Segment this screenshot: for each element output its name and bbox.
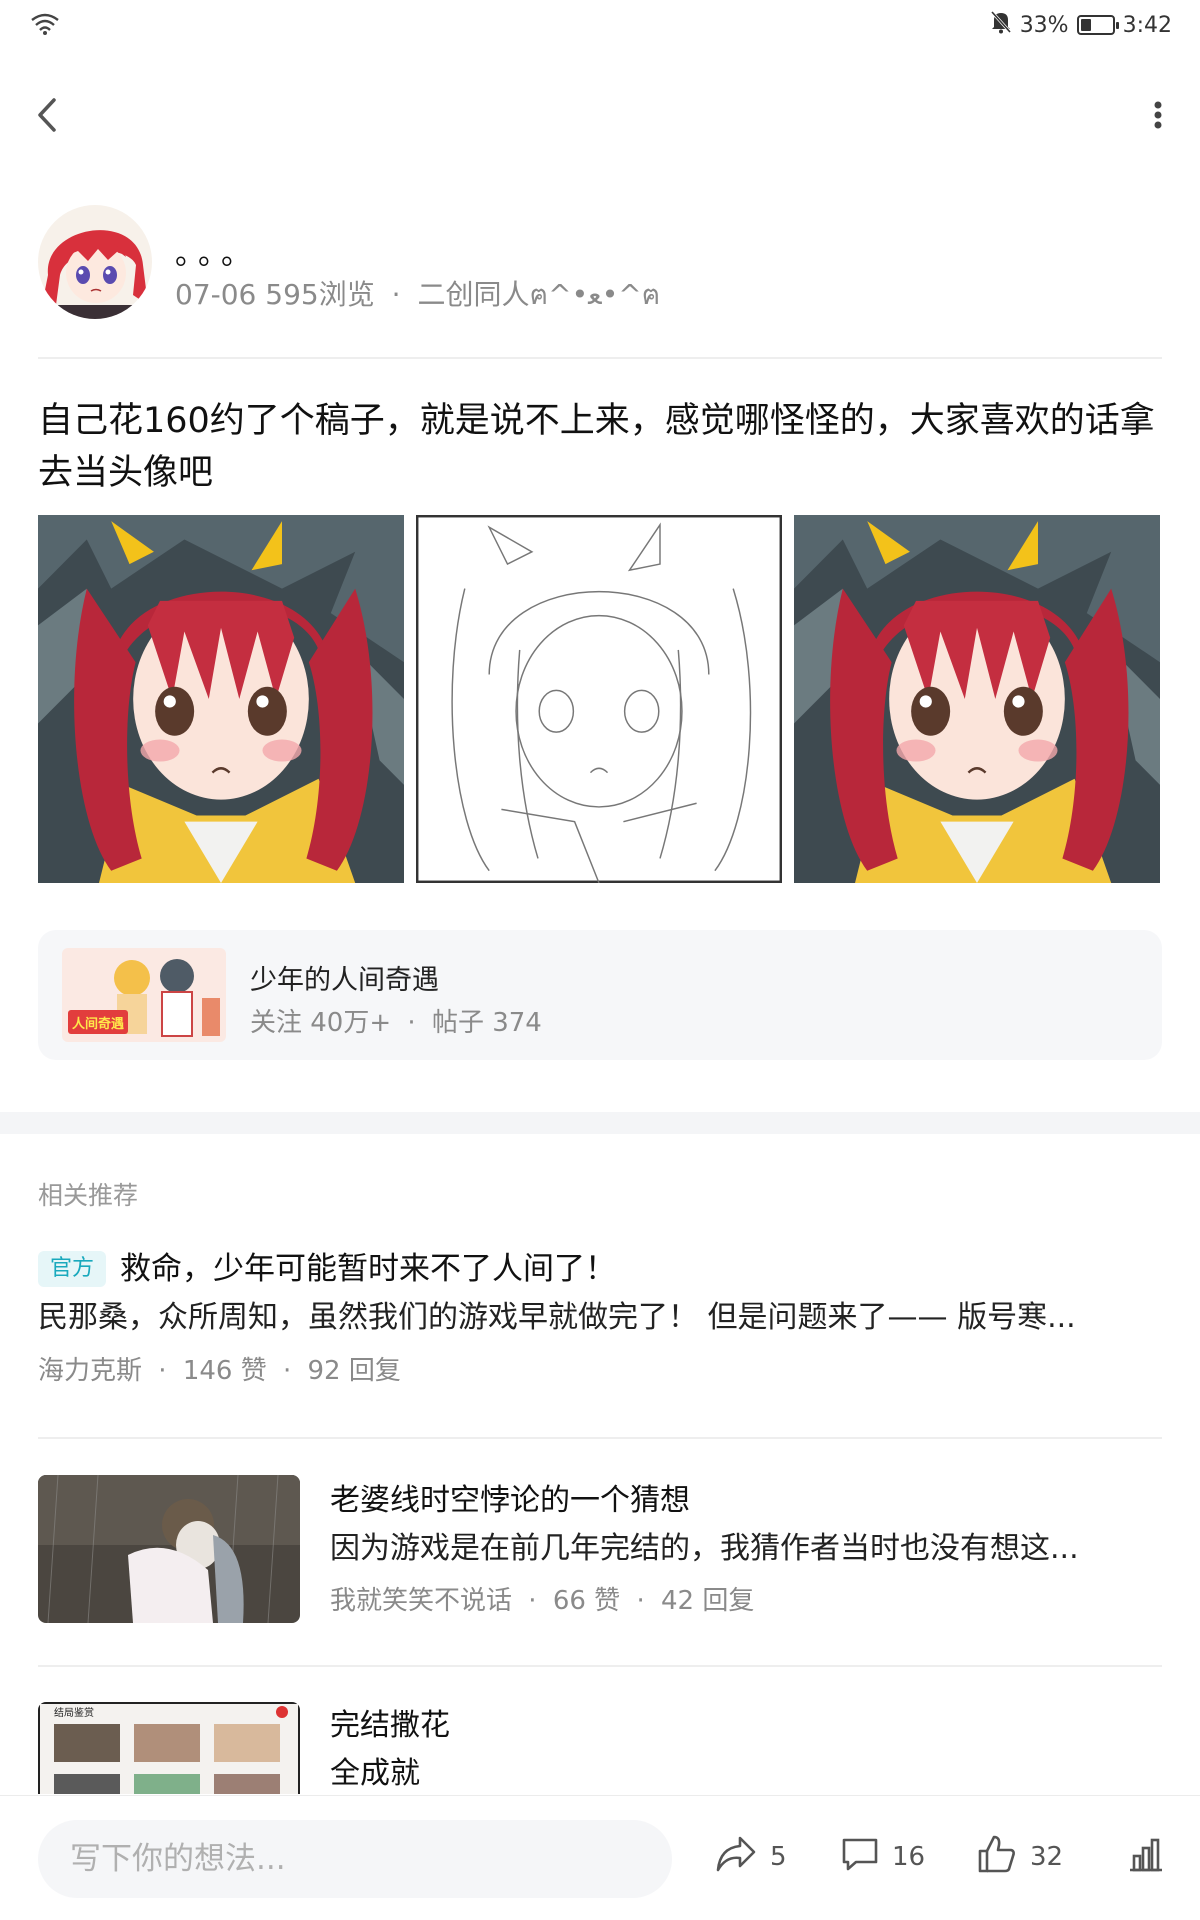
related-item[interactable]: 官方 救命，少年可能暂时来不了人间了！ 民那桑，众所周知，虽然我们的游戏早就做完… xyxy=(38,1245,1162,1399)
share-count: 5 xyxy=(770,1842,787,1872)
related-item-title: 完结撒花 xyxy=(330,1708,450,1743)
related-item-excerpt: 因为游戏是在前几年完结的，我猜作者当时也没有想这... xyxy=(330,1531,1079,1566)
topic-title: 少年的人间奇遇 xyxy=(250,965,439,996)
related-item-replies: 42 回复 xyxy=(660,1586,755,1616)
clock: 3:42 xyxy=(1122,12,1172,38)
battery-icon xyxy=(1076,15,1119,35)
related-item-thumbnail: 结局鉴赏 xyxy=(38,1702,300,1794)
related-item-replies: 92 回复 xyxy=(307,1356,401,1386)
author-header: 。。。 07-06 595浏览 · 二创同人ฅ^•ﻌ•^ฅ xyxy=(38,205,1162,325)
back-arrow-icon[interactable] xyxy=(30,90,70,140)
related-item-title: 老婆线时空悖论的一个猜想 xyxy=(330,1483,690,1518)
related-item-excerpt: 民那桑，众所周知，虽然我们的游戏早就做完了！ 但是问题来了—— 版号寒... xyxy=(38,1300,1076,1335)
separator: · xyxy=(636,1586,645,1616)
topic-stats: 关注 40万+ · 帖子 374 xyxy=(250,1002,542,1039)
stats-button[interactable] xyxy=(1126,1832,1166,1882)
related-item-title: 救命，少年可能暂时来不了人间了！ xyxy=(120,1251,617,1287)
like-button[interactable]: 32 xyxy=(976,1832,1063,1882)
related-item-meta: 海力克斯 · 146 赞 · 92 回复 xyxy=(38,1343,1162,1399)
related-item-author: 海力克斯 xyxy=(38,1356,143,1386)
post-image[interactable] xyxy=(794,515,1160,883)
thumb-label: 结局鉴赏 xyxy=(54,1706,94,1719)
related-item-likes: 66 赞 xyxy=(552,1586,621,1616)
divider xyxy=(38,1437,1162,1439)
separator: · xyxy=(391,278,401,311)
avatar[interactable] xyxy=(38,205,152,319)
comment-count: 16 xyxy=(892,1842,926,1872)
related-section-title: 相关推荐 xyxy=(38,1181,139,1210)
related-item[interactable]: 结局鉴赏 完结撒花 全成就 xyxy=(38,1702,1162,1794)
bottom-action-bar: 5 16 32 xyxy=(0,1795,1200,1920)
related-item-author: 我就笑笑不说话 xyxy=(330,1586,513,1616)
topic-posts: 帖子 374 xyxy=(431,1008,542,1038)
post-image[interactable] xyxy=(38,515,404,883)
post-images xyxy=(38,515,1162,883)
section-gap xyxy=(0,1112,1200,1134)
divider xyxy=(38,1665,1162,1667)
topic-thumb-text: 人间奇遇 xyxy=(72,1016,124,1032)
more-vertical-icon[interactable] xyxy=(1130,90,1170,140)
related-item-meta: 我就笑笑不说话 · 66 赞 · 42 回复 xyxy=(330,1573,1162,1629)
battery-level xyxy=(1080,19,1091,31)
separator: · xyxy=(282,1356,292,1386)
related-item[interactable]: 老婆线时空悖论的一个猜想 因为游戏是在前几年完结的，我猜作者当时也没有想这...… xyxy=(38,1475,1162,1627)
separator: · xyxy=(158,1356,167,1386)
comment-button[interactable]: 16 xyxy=(840,1832,925,1882)
thumbs-up-icon xyxy=(976,1833,1018,1882)
top-nav xyxy=(0,75,1200,155)
separator: · xyxy=(407,1008,416,1038)
topic-thumbnail: 人间奇遇 xyxy=(62,948,226,1042)
share-button[interactable]: 5 xyxy=(714,1832,787,1882)
related-item-excerpt: 全成就 xyxy=(330,1756,420,1791)
like-count: 32 xyxy=(1030,1842,1064,1872)
author-name[interactable]: 。。。 xyxy=(175,229,259,273)
post-meta: 07-06 595浏览 · 二创同人ฅ^•ﻌ•^ฅ xyxy=(175,273,660,317)
official-tag: 官方 xyxy=(38,1251,107,1287)
battery-percent: 33% xyxy=(1019,12,1069,38)
post-date: 07-06 xyxy=(175,278,257,311)
separator: · xyxy=(528,1586,537,1616)
share-icon xyxy=(714,1834,758,1881)
post-category[interactable]: 二创同人ฅ^•ﻌ•^ฅ xyxy=(417,278,660,311)
comment-input[interactable] xyxy=(38,1820,672,1898)
topic-followers: 关注 40万+ xyxy=(250,1008,392,1038)
topic-card[interactable]: 人间奇遇 少年的人间奇遇 关注 40万+ · 帖子 374 xyxy=(38,930,1162,1060)
post-image[interactable] xyxy=(416,515,782,883)
view-count: 595浏览 xyxy=(265,278,375,311)
bar-chart-icon xyxy=(1126,1834,1166,1881)
wifi-icon xyxy=(30,12,60,40)
status-bar: 33% 3:42 xyxy=(0,0,1200,50)
divider xyxy=(38,357,1162,359)
mute-icon xyxy=(990,10,1012,40)
comment-icon xyxy=(840,1834,880,1881)
related-item-likes: 146 赞 xyxy=(182,1356,267,1386)
related-item-thumbnail xyxy=(38,1475,300,1623)
post-text: 自己花160约了个稿子，就是说不上来，感觉哪怪怪的，大家喜欢的话拿去当头像吧 xyxy=(38,401,1155,493)
